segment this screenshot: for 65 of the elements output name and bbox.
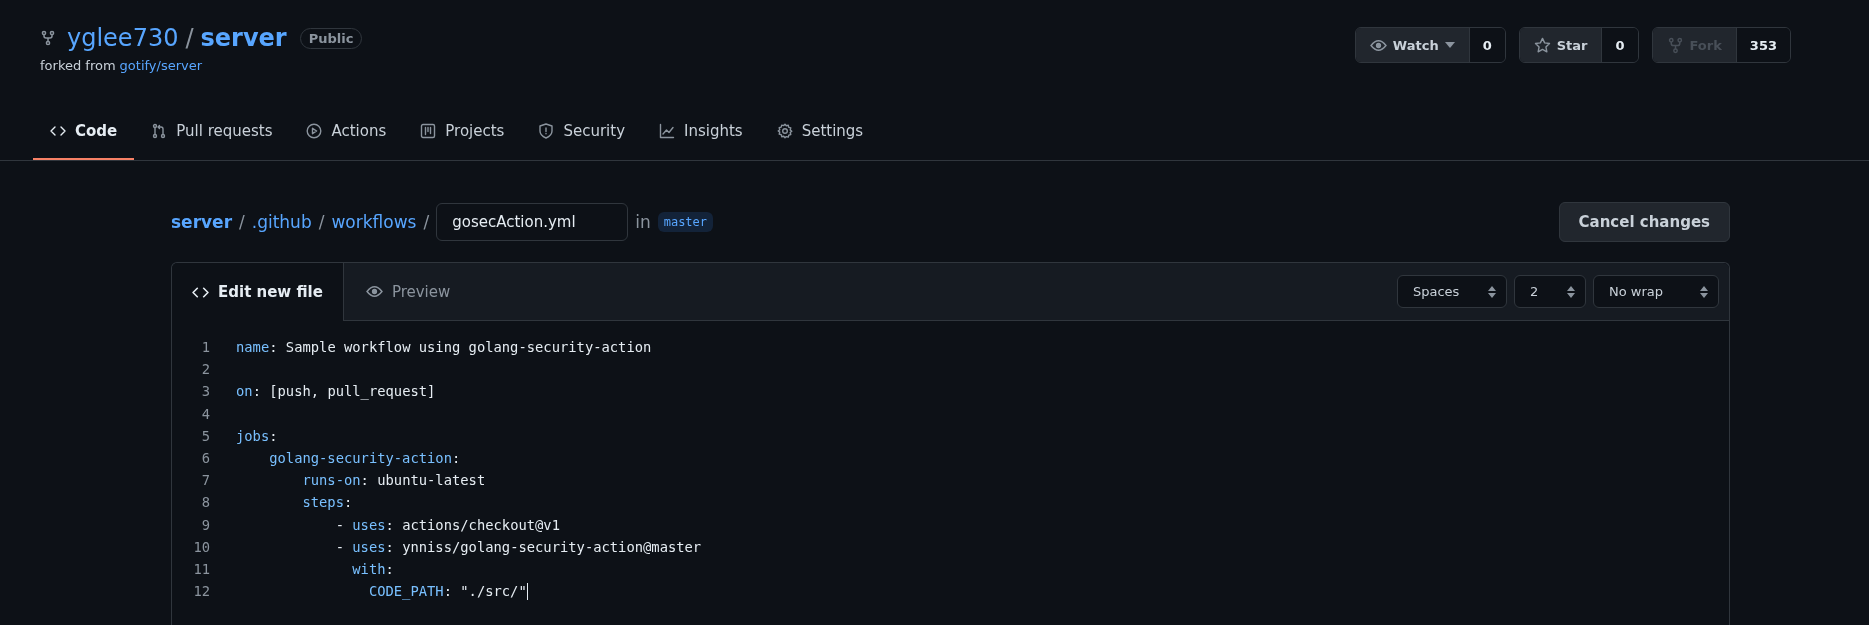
- nav-tab[interactable]: Actions: [289, 103, 404, 160]
- repo-owner-link[interactable]: yglee730: [67, 24, 179, 52]
- star-icon: [1533, 36, 1551, 54]
- play-icon: [306, 122, 323, 139]
- nav-tab[interactable]: Security: [521, 103, 642, 160]
- select-dropdown[interactable]: No wrap: [1593, 275, 1719, 308]
- code-line: name: Sample workflow using golang-security-action: [236, 339, 652, 356]
- up-down-arrows-icon: [1567, 285, 1575, 298]
- up-down-arrows-icon: [1488, 285, 1496, 298]
- settings-icon: [776, 122, 793, 139]
- path-separator: /: [423, 212, 430, 232]
- code-line: runs-on: ubuntu-latest: [302, 472, 486, 489]
- path-separator: /: [318, 212, 325, 232]
- code-line: with:: [352, 560, 394, 577]
- breadcrumb-link[interactable]: .github: [251, 212, 312, 232]
- breadcrumb-link[interactable]: workflows: [331, 212, 417, 232]
- forked-from-text: forked from: [40, 58, 116, 73]
- repo-name-link[interactable]: server: [200, 24, 287, 52]
- cancel-changes-button[interactable]: Cancel changes: [1558, 202, 1730, 242]
- code-line: on: [push, pull_request]: [236, 383, 436, 400]
- line-number: 10: [192, 538, 210, 555]
- pull-request-icon: [151, 122, 168, 139]
- code-line: steps:: [302, 494, 353, 511]
- in-text: in: [635, 212, 651, 232]
- line-number: 8: [200, 494, 210, 511]
- select-dropdown[interactable]: Spaces: [1397, 275, 1507, 308]
- line-number: 3: [200, 383, 210, 400]
- line-number: 9: [200, 516, 210, 533]
- editor-tab[interactable]: Preview: [343, 263, 471, 320]
- up-down-arrows-icon: [1700, 285, 1708, 298]
- line-number: 4: [200, 405, 210, 422]
- line-number: 7: [200, 472, 210, 489]
- fork-icon: [1666, 36, 1684, 54]
- code-line: jobs:: [236, 427, 278, 444]
- breadcrumb-link[interactable]: server: [171, 212, 233, 232]
- nav-tab[interactable]: Pull requests: [134, 103, 290, 160]
- line-number: 6: [200, 450, 210, 467]
- code-line: CODE_PATH: "./src/": [368, 582, 528, 600]
- line-number: 11: [192, 560, 210, 577]
- path-separator: /: [239, 212, 245, 232]
- select-dropdown[interactable]: 2: [1514, 275, 1586, 308]
- fork-icon: [40, 30, 56, 46]
- line-number: 12: [192, 583, 210, 600]
- caret-icon: [1444, 42, 1455, 48]
- filename-field[interactable]: gosecAction.yml: [436, 203, 629, 241]
- code-line: - uses: actions/checkout@v1: [335, 516, 560, 533]
- editor-tab[interactable]: Edit new file: [172, 263, 344, 321]
- branch-label: master: [657, 212, 714, 232]
- nav-tab[interactable]: Insights: [642, 103, 760, 160]
- nav-tab[interactable]: Projects: [403, 103, 522, 160]
- forked-from-link[interactable]: gotify/server: [119, 58, 203, 73]
- nav-tab[interactable]: Code: [33, 103, 135, 160]
- path-separator: /: [185, 24, 194, 52]
- nav-tab[interactable]: Settings: [759, 103, 881, 160]
- table-icon: [420, 122, 437, 139]
- code-line: golang-security-action:: [269, 450, 461, 467]
- line-number: 5: [200, 427, 210, 444]
- eye-icon: [365, 283, 383, 300]
- star-button[interactable]: Star: [1519, 28, 1603, 62]
- line-number: 2: [200, 361, 210, 378]
- watch-button[interactable]: Watch: [1355, 28, 1470, 62]
- shield-icon: [538, 122, 555, 139]
- line-number: 1: [200, 339, 210, 356]
- code-line: - uses: ynniss/golang-security-action@master: [335, 538, 702, 555]
- graph-icon: [659, 122, 675, 139]
